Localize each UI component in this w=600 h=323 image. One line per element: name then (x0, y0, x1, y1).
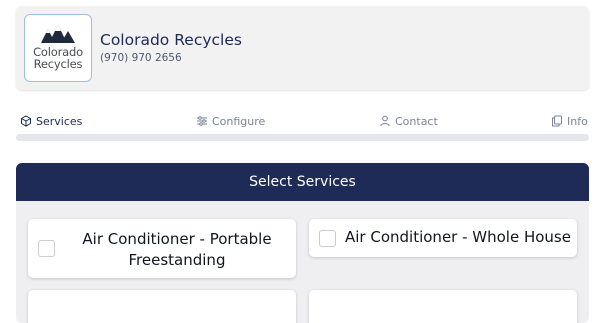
company-phone[interactable]: (970) 970 2656 (100, 52, 182, 64)
wizard-steps: Services Configure Contact Info (16, 113, 589, 129)
service-checkbox-portable-ac[interactable] (38, 240, 55, 257)
step-configure-label: Configure (212, 114, 266, 128)
service-checkbox-whole-house-ac[interactable] (319, 230, 336, 247)
company-header-card: Colorado Recycles Colorado Recycles (970… (16, 6, 589, 90)
step-services-label: Services (36, 114, 83, 128)
service-label-whole-house-ac: Air Conditioner - Whole House (345, 228, 571, 246)
company-logo: Colorado Recycles (24, 14, 92, 82)
step-services[interactable]: Services (20, 113, 82, 129)
service-card-next-right[interactable] (309, 290, 577, 323)
panel-title: Select Services (16, 163, 589, 201)
select-services-panel: Select Services Air Conditioner - Portab… (16, 163, 589, 323)
company-name: Colorado Recycles (100, 31, 242, 49)
wizard-progress-bar (16, 134, 589, 141)
step-contact-label: Contact (395, 114, 438, 128)
service-card-portable-ac[interactable]: Air Conditioner - Portable Freestanding (28, 219, 296, 278)
step-configure[interactable]: Configure (196, 113, 265, 129)
service-card-next-left[interactable] (28, 290, 296, 323)
logo-text-line2: Recycles (33, 57, 83, 71)
step-info[interactable]: Info (551, 113, 588, 129)
copy-icon (552, 115, 562, 127)
sliders-icon (197, 116, 207, 126)
cube-icon (21, 115, 31, 127)
person-icon (380, 115, 390, 127)
service-card-whole-house-ac[interactable]: Air Conditioner - Whole House (309, 219, 577, 257)
service-label-portable-ac: Air Conditioner - Portable Freestanding (82, 230, 272, 269)
step-info-label: Info (567, 114, 588, 128)
step-contact[interactable]: Contact (379, 113, 438, 129)
